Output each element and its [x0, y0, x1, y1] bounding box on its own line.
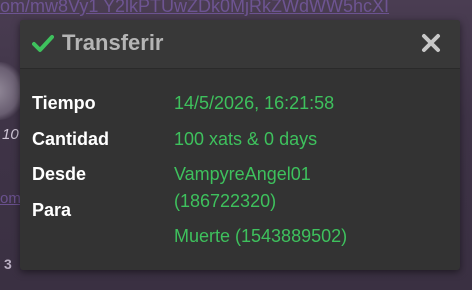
time-label: Tiempo	[32, 93, 96, 113]
from-value-id: (186722320)	[174, 191, 277, 211]
dialog-title: Transferir	[62, 30, 164, 55]
dialog-header: Transferir	[20, 20, 460, 69]
amount-value: 100 xats & 0 days	[174, 129, 318, 149]
amount-label: Cantidad	[32, 129, 110, 149]
from-label: Desde	[32, 164, 87, 184]
time-value: 14/5/2026, 16:21:58	[174, 93, 335, 113]
background-count-text: 3	[4, 256, 12, 272]
background-url-text: om/mw8Vy1 Y2lkPTUwZDk0MjRkZWdWW5hcXI	[0, 0, 390, 16]
to-label: Para	[32, 200, 72, 220]
transfer-dialog: Transferir Tiempo 14/5/2026, 16:21:58 Ca…	[20, 20, 460, 270]
to-value: Muerte (1543889502)	[174, 226, 348, 246]
check-icon	[32, 35, 54, 52]
background-italic-text: 10	[2, 126, 19, 143]
background-link-text: om	[0, 190, 21, 207]
close-icon[interactable]	[420, 32, 442, 54]
from-value-name: VampyreAngel01	[174, 164, 311, 184]
